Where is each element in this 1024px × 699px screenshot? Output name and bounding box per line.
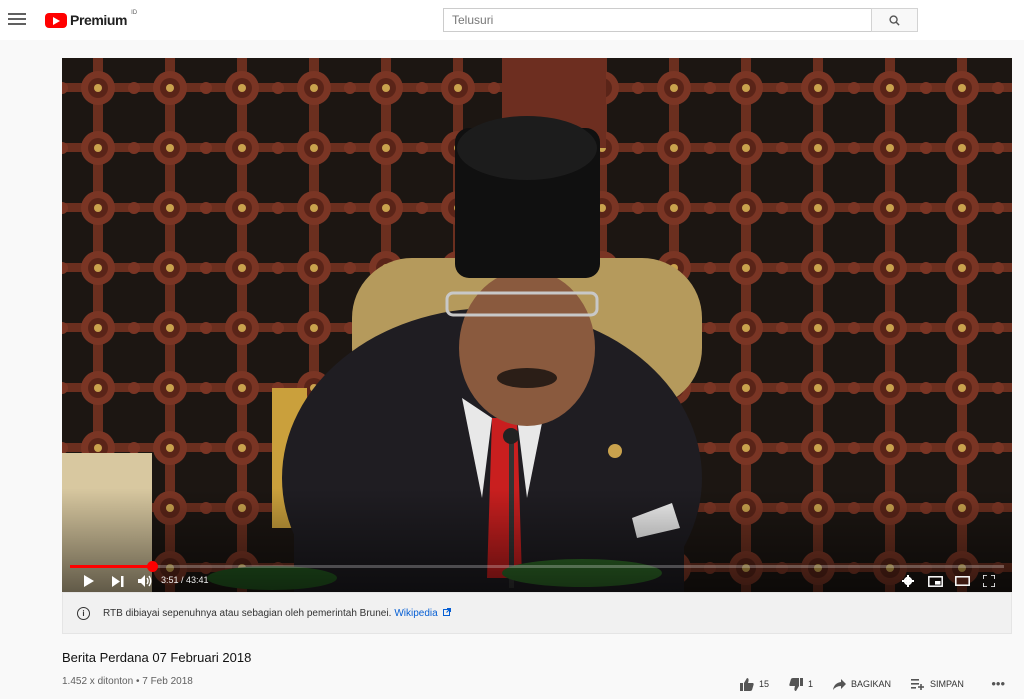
dislike-count: 1 <box>808 679 814 689</box>
more-actions-icon[interactable]: ••• <box>991 676 1005 691</box>
share-button[interactable]: BAGIKAN <box>833 678 892 690</box>
like-count: 15 <box>759 679 770 689</box>
play-icon <box>83 575 94 587</box>
settings-button[interactable] <box>900 573 916 589</box>
player-controls: 3:51 / 43:41 <box>62 570 1012 592</box>
next-icon <box>112 575 124 587</box>
hamburger-menu-icon[interactable] <box>8 10 26 28</box>
miniplayer-button[interactable] <box>926 573 944 589</box>
volume-icon <box>137 575 151 587</box>
share-label: BAGIKAN <box>851 679 892 689</box>
region-code: ID <box>131 10 138 16</box>
info-panel: i RTB dibiayai sepenuhnya atau sebagian … <box>62 592 1012 634</box>
logo-text: Premium <box>70 12 128 28</box>
like-button[interactable]: 15 <box>740 677 770 691</box>
dislike-button[interactable]: 1 <box>789 677 814 691</box>
youtube-play-logo-icon <box>45 12 67 28</box>
play-button[interactable] <box>80 573 96 589</box>
top-bar: Premium ID <box>0 0 1024 40</box>
next-button[interactable] <box>110 573 126 589</box>
wikipedia-link-label: Wikipedia <box>394 607 438 619</box>
playlist-add-icon <box>911 678 925 690</box>
wikipedia-link[interactable]: Wikipedia <box>394 607 451 619</box>
miniplayer-icon <box>927 575 943 587</box>
info-icon: i <box>77 606 90 620</box>
progress-bar[interactable] <box>70 561 1004 572</box>
time-display: 3:51 / 43:41 <box>161 575 209 585</box>
fullscreen-icon <box>983 575 995 587</box>
youtube-premium-logo[interactable]: Premium ID <box>45 10 138 28</box>
video-actions: 15 1 BAGIKAN SIMPAN ••• <box>740 676 1012 692</box>
info-panel-text: RTB dibiayai sepenuhnya atau sebagian ol… <box>103 607 392 619</box>
share-arrow-icon <box>833 678 847 690</box>
search-input[interactable] <box>443 8 871 32</box>
search-button[interactable] <box>871 8 918 32</box>
volume-button[interactable] <box>136 573 154 589</box>
thumbs-up-icon <box>740 677 754 691</box>
progress-played <box>70 565 153 568</box>
search-bar <box>443 8 918 32</box>
theater-icon <box>954 576 970 586</box>
save-label: SIMPAN <box>930 679 964 689</box>
video-views-date: 1.452 x ditonton • 7 Feb 2018 <box>62 676 193 687</box>
search-icon <box>889 14 900 26</box>
video-title: Berita Perdana 07 Februari 2018 <box>62 650 252 665</box>
thumbs-down-icon <box>789 677 804 691</box>
external-link-icon <box>442 607 451 616</box>
save-button[interactable]: SIMPAN <box>911 678 964 690</box>
video-frame[interactable] <box>62 58 1012 592</box>
video-player[interactable]: 3:51 / 43:41 <box>62 58 1012 592</box>
theater-mode-button[interactable] <box>953 573 971 589</box>
settings-icon <box>902 575 914 587</box>
fullscreen-button[interactable] <box>980 573 998 589</box>
